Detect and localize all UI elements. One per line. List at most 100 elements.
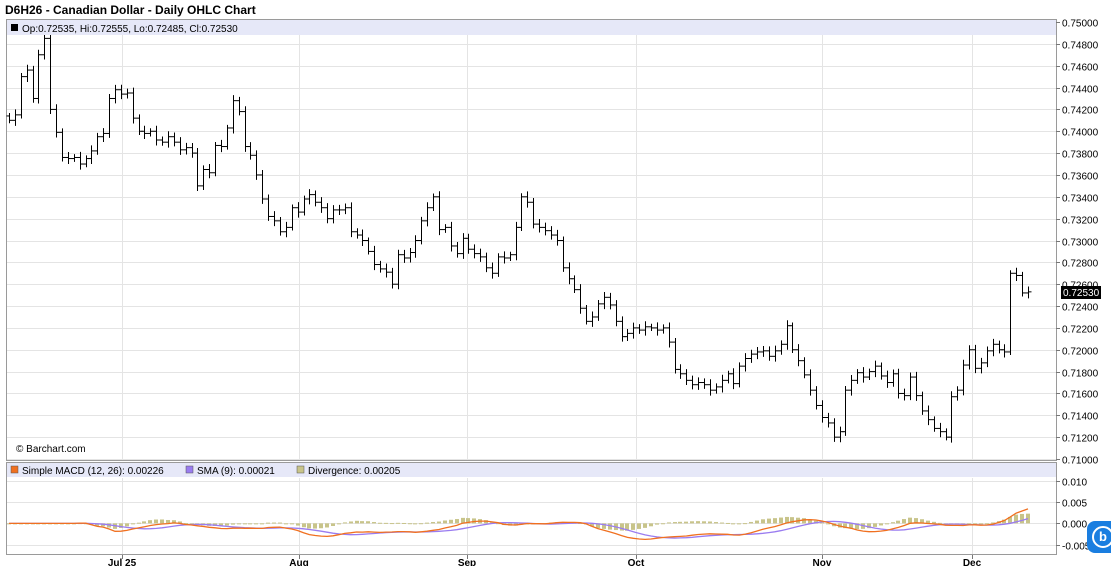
divergence-bar: [761, 519, 765, 524]
divergence-bar: [284, 523, 288, 525]
price-tick-label: 0.75000: [1062, 19, 1099, 30]
divergence-bar: [631, 523, 635, 530]
divergence-bar: [684, 521, 688, 524]
divergence-bar: [696, 521, 700, 524]
divergence-bar: [885, 523, 889, 525]
x-tick-label: Dec: [963, 558, 982, 566]
macd-tick-label: 0.005: [1062, 499, 1087, 510]
divergence-bar: [131, 523, 135, 525]
price-tick-label: 0.72200: [1062, 325, 1099, 336]
price-tick-label: 0.71000: [1062, 456, 1099, 467]
divergence-bar: [349, 521, 353, 524]
price-tick-label: 0.74200: [1062, 106, 1099, 117]
divergence-bar: [231, 523, 235, 525]
divergence-bar: [455, 519, 459, 524]
divergence-bar: [413, 523, 417, 525]
x-tick-label: Oct: [628, 558, 645, 566]
divergence-bar: [266, 522, 270, 524]
divergence-bar: [932, 521, 936, 524]
divergence-bar: [731, 523, 735, 525]
x-tick-label: Nov: [813, 558, 832, 566]
price-tick-label: 0.72000: [1062, 347, 1099, 358]
x-tick-label: Jul 25: [108, 558, 137, 566]
barchart-b-icon[interactable]: b: [1087, 521, 1111, 553]
ohlc-legend-text: Op:0.72535, Hi:0.72555, Lo:0.72485, Cl:0…: [22, 24, 238, 35]
price-tick-label: 0.71200: [1062, 434, 1099, 445]
divergence-bar: [225, 523, 229, 526]
divergence-bar: [667, 522, 671, 524]
last-price-value: 0.72530: [1063, 288, 1100, 299]
divergence-bar: [431, 521, 435, 524]
divergence-bar: [443, 520, 447, 524]
x-axis: Jul 25 Aug Sep Oct Nov Dec: [108, 555, 982, 566]
divergence-bar: [979, 523, 983, 525]
x-tick-label: Sep: [458, 558, 476, 566]
divergence-bar: [779, 517, 783, 524]
price-tick-label: 0.74000: [1062, 128, 1099, 139]
divergence-bar: [337, 523, 341, 525]
divergence-bar: [243, 523, 247, 525]
divergence-bar: [313, 523, 317, 529]
divergence-bar: [1020, 513, 1024, 524]
divergence-bar: [331, 523, 335, 526]
divergence-bar: [902, 519, 906, 524]
divergence-legend-swatch: [296, 465, 305, 474]
price-tick-label: 0.71400: [1062, 412, 1099, 423]
x-tick-label: Aug: [289, 558, 308, 566]
divergence-bar: [702, 521, 706, 524]
price-tick-label: 0.73000: [1062, 238, 1099, 249]
divergence-bar: [378, 522, 382, 524]
divergence-bar: [254, 523, 258, 525]
divergence-bar: [319, 523, 323, 529]
divergence-bar: [296, 523, 300, 526]
price-tick-label: 0.73200: [1062, 216, 1099, 227]
price-tick-label: 0.73400: [1062, 194, 1099, 205]
divergence-bar: [896, 520, 900, 524]
divergence-bar: [649, 523, 653, 527]
price-tick-label: 0.72400: [1062, 303, 1099, 314]
macd-legend-text: Simple MACD (12, 26): 0.00226: [22, 466, 164, 477]
badge-letter-icon: b: [1092, 526, 1111, 548]
macd-tick-label: 0.000: [1062, 520, 1087, 531]
divergence-bar: [419, 523, 423, 525]
divergence-bar: [891, 522, 895, 524]
copyright: © Barchart.com: [16, 444, 86, 455]
divergence-bar: [720, 522, 724, 524]
ohlc-legend-swatch: [11, 24, 18, 31]
divergence-bar: [767, 518, 771, 524]
divergence-bar: [360, 521, 364, 524]
divergence-bar: [425, 522, 429, 524]
divergence-bar: [755, 520, 759, 524]
divergence-bar: [714, 522, 718, 524]
sma-legend-text: SMA (9): 0.00021: [197, 466, 275, 477]
price-tick-label: 0.74600: [1062, 63, 1099, 74]
divergence-bar: [408, 523, 412, 525]
divergence-bar: [148, 520, 152, 524]
macd-legend-swatch: [10, 465, 19, 474]
divergence-bar: [272, 522, 276, 524]
divergence-bar: [237, 523, 241, 525]
macd-y-axis: 0.0100.0050.000-0.005: [1056, 478, 1091, 553]
divergence-legend-text: Divergence: 0.00205: [308, 466, 401, 477]
price-tick-label: 0.74800: [1062, 41, 1099, 52]
divergence-bar: [737, 523, 741, 525]
divergence-bar: [437, 521, 441, 524]
divergence-bar: [678, 521, 682, 524]
sma-legend-swatch: [185, 465, 194, 474]
divergence-bar: [390, 523, 394, 525]
price-tick-label: 0.74400: [1062, 85, 1099, 96]
divergence-bar: [661, 523, 665, 525]
divergence-bar: [708, 521, 712, 524]
divergence-bar: [643, 523, 647, 528]
divergence-bar: [154, 519, 158, 524]
divergence-bar: [743, 523, 747, 525]
divergence-bar: [396, 522, 400, 524]
divergence-bar: [384, 522, 388, 524]
divergence-bar: [372, 522, 376, 524]
price-y-axis: 0.75000 0.74800 0.74600 0.74400 0.74200 0.740…: [1056, 19, 1099, 467]
divergence-bar: [655, 523, 659, 525]
divergence-bar: [908, 517, 912, 524]
divergence-bar: [873, 523, 877, 527]
price-tick-label: 0.73800: [1062, 150, 1099, 161]
divergence-bar: [449, 519, 453, 524]
